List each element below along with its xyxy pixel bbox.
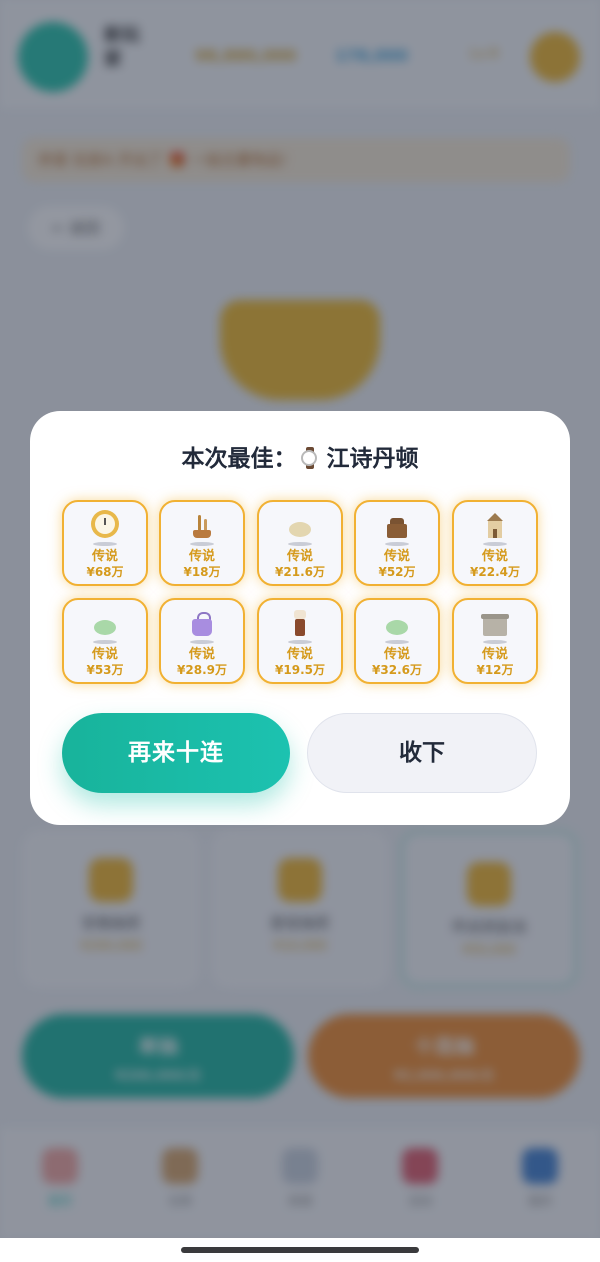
item-price: ¥53万	[86, 663, 124, 677]
stone-icon	[278, 510, 322, 548]
item-price: ¥21.6万	[275, 565, 325, 579]
chest-icon	[473, 608, 517, 646]
item-price: ¥52万	[378, 565, 416, 579]
item-rarity: 传说	[286, 647, 313, 662]
jade-icon	[83, 608, 127, 646]
handbag-icon	[180, 608, 224, 646]
item-price: ¥12万	[476, 663, 514, 677]
accept-button[interactable]: 收下	[307, 713, 537, 793]
reward-item[interactable]: 传说 ¥19.5万	[257, 598, 343, 684]
best-item-name: 江诗丹顿	[326, 446, 419, 472]
bonsai-icon	[180, 510, 224, 548]
item-rarity: 传说	[383, 647, 410, 662]
jade-icon	[375, 608, 419, 646]
item-price: ¥22.4万	[470, 565, 520, 579]
reward-item[interactable]: 传说 ¥28.9万	[159, 598, 245, 684]
watch-icon	[300, 446, 319, 469]
draw-again-button[interactable]: 再来十连	[62, 713, 290, 793]
screen: 新玩家 98,880,000 178,000 Lv.9 恭喜 玩家A 开出了 🎁…	[0, 0, 600, 1262]
house-icon	[473, 510, 517, 548]
modal-title: 本次最佳： 江诗丹顿	[30, 441, 570, 477]
item-rarity: 传说	[481, 549, 508, 564]
item-rarity: 传说	[481, 647, 508, 662]
item-rarity: 传说	[91, 647, 118, 662]
reward-grid: 传说 ¥68万 传说 ¥18万 传说 ¥21.6万 传说 ¥52万 传说 ¥22…	[62, 500, 538, 686]
draw-result-modal: 本次最佳： 江诗丹顿 传说 ¥68万 传说 ¥18万 传说 ¥21.6万 传说	[30, 411, 570, 825]
reward-item[interactable]: 传说 ¥21.6万	[257, 500, 343, 586]
reward-item[interactable]: 传说 ¥68万	[62, 500, 148, 586]
reward-item[interactable]: 传说 ¥12万	[452, 598, 538, 684]
item-price: ¥19.5万	[275, 663, 325, 677]
item-rarity: 传说	[91, 549, 118, 564]
reward-item[interactable]: 传说 ¥32.6万	[354, 598, 440, 684]
item-rarity: 传说	[286, 549, 313, 564]
lamp-icon	[278, 608, 322, 646]
reward-item[interactable]: 传说 ¥18万	[159, 500, 245, 586]
item-rarity: 传说	[188, 549, 215, 564]
home-indicator[interactable]	[181, 1247, 419, 1253]
item-rarity: 传说	[188, 647, 215, 662]
best-label: 本次最佳：	[181, 446, 297, 472]
cabinet-icon	[375, 510, 419, 548]
item-rarity: 传说	[383, 549, 410, 564]
watch-icon	[83, 510, 127, 548]
reward-item[interactable]: 传说 ¥22.4万	[452, 500, 538, 586]
item-price: ¥68万	[86, 565, 124, 579]
item-price: ¥28.9万	[177, 663, 227, 677]
item-price: ¥18万	[183, 565, 221, 579]
reward-item[interactable]: 传说 ¥52万	[354, 500, 440, 586]
reward-item[interactable]: 传说 ¥53万	[62, 598, 148, 684]
item-price: ¥32.6万	[372, 663, 422, 677]
